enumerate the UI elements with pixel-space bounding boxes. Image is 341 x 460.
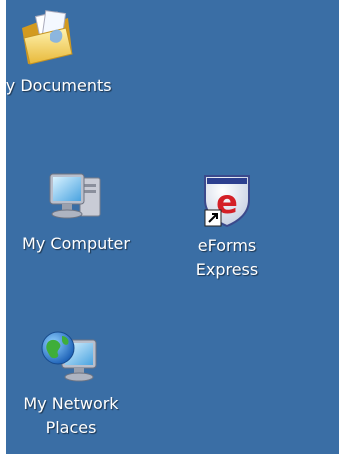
desktop-icon-label: My Documents (6, 74, 112, 98)
eforms-express-icon: e (204, 175, 250, 228)
network-places-icon (41, 331, 97, 382)
desktop-icon-label: eForms Express (172, 234, 282, 282)
desktop-icon-label: My Network Places (16, 392, 126, 440)
folder-documents-icon (22, 10, 73, 65)
desktop: My Documents My Computer (6, 0, 339, 454)
desktop-icon-my-network-places[interactable]: My Network Places (16, 326, 126, 440)
label-line: eForms (197, 236, 257, 255)
label-line: My Computer (22, 234, 130, 253)
label-line: Express (195, 260, 259, 279)
desktop-icon-eforms-express[interactable]: e eForms Express (172, 166, 282, 282)
computer-icon (49, 173, 101, 219)
desktop-icon-label: My Computer (21, 232, 131, 256)
desktop-icon-my-documents[interactable]: My Documents (6, 8, 112, 98)
label-line: My Network (23, 394, 119, 413)
desktop-icon-my-computer[interactable]: My Computer (21, 170, 131, 256)
shortcut-arrow-icon (204, 209, 222, 227)
label-line: Places (45, 418, 97, 437)
label-line: My Documents (6, 76, 112, 95)
